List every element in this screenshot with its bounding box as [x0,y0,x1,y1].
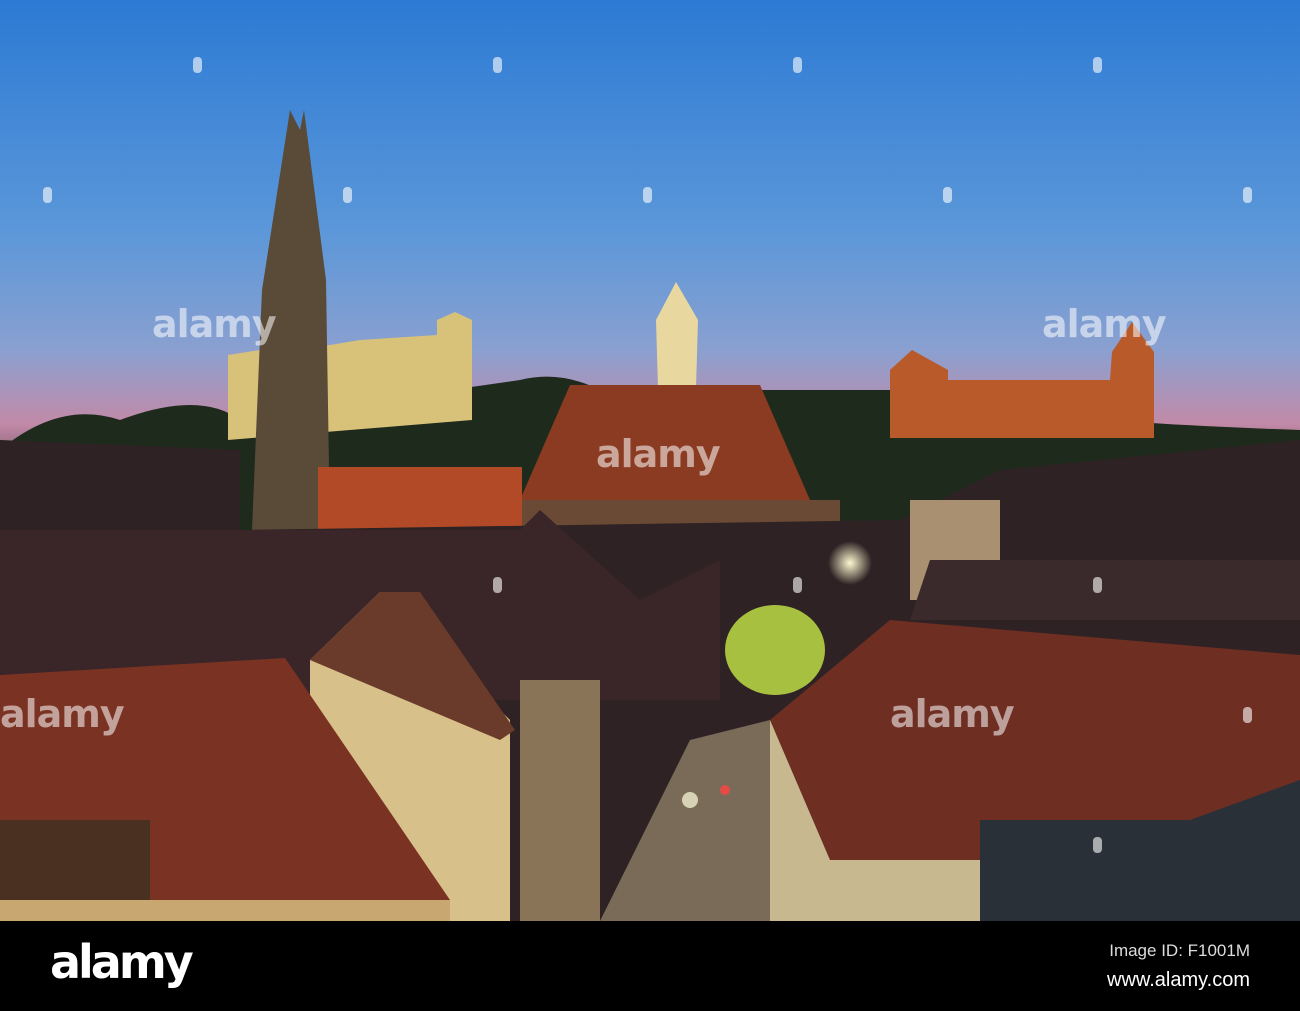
lit-tree [725,605,825,695]
watermark-dot [1243,187,1252,203]
watermark-dot [493,577,502,593]
watermark-dot [643,187,652,203]
stock-photo: alamy alamy alamy alamy alamy alamy Imag… [0,0,1300,1011]
alamy-logo: alamy [50,935,194,989]
watermark-dot [793,577,802,593]
watermark: alamy [152,302,277,346]
watermark: alamy [596,432,721,476]
street-lamp-glow [828,541,872,585]
watermark-dot [343,187,352,203]
watermark-dot [1093,577,1102,593]
watermark-dot [193,57,202,73]
website-url: www.alamy.com [1107,969,1250,991]
watermark: alamy [890,692,1015,736]
watermark-dot [793,57,802,73]
footer-bar: alamy Image ID: F1001M www.alamy.com [0,921,1300,1011]
watermark-dot [43,187,52,203]
watermark-dot [1243,707,1252,723]
watermark-dot [943,187,952,203]
watermark-dot [1093,837,1102,853]
watermark: alamy [1042,302,1167,346]
watermark-dot [1093,57,1102,73]
watermark-dot [493,57,502,73]
image-id: Image ID: F1001M [1109,941,1250,960]
watermark: alamy [0,692,125,736]
